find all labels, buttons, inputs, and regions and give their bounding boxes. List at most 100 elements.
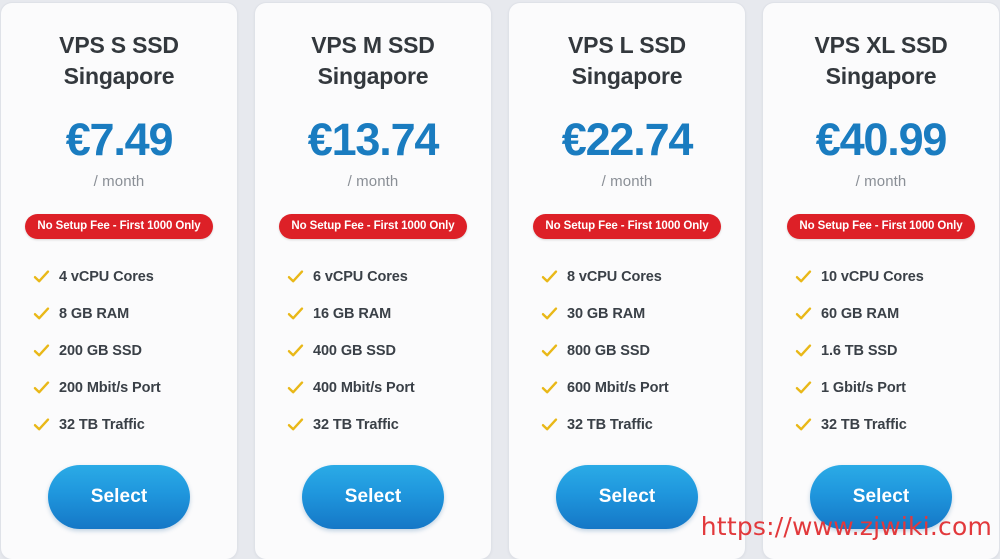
list-item: 32 TB Traffic (33, 406, 227, 443)
check-icon (33, 268, 50, 285)
select-button[interactable]: Select (48, 465, 190, 530)
list-item: 200 GB SSD (33, 332, 227, 369)
list-item: 6 vCPU Cores (287, 258, 481, 295)
feature-label: 4 vCPU Cores (59, 268, 154, 285)
check-icon (541, 379, 558, 396)
check-icon (33, 342, 50, 359)
plan-location: Singapore (63, 63, 175, 90)
check-icon (541, 342, 558, 359)
feature-list: 10 vCPU Cores 60 GB RAM 1.6 TB SSD 1 Gbi… (773, 258, 989, 443)
select-button[interactable]: Select (810, 465, 952, 530)
check-icon (541, 268, 558, 285)
feature-list: 4 vCPU Cores 8 GB RAM 200 GB SSD 200 Mbi… (11, 258, 227, 443)
feature-label: 8 GB RAM (59, 305, 130, 322)
plan-title: VPS L SSD Singapore (568, 30, 686, 92)
plan-price: €40.99 (815, 114, 948, 166)
list-item: 400 GB SSD (287, 332, 481, 369)
promo-badge: No Setup Fee - First 1000 Only (787, 214, 975, 240)
check-icon (33, 416, 50, 433)
cta-container: Select (265, 465, 481, 530)
list-item: 32 TB Traffic (287, 406, 481, 443)
list-item: 600 Mbit/s Port (541, 369, 735, 406)
feature-label: 32 TB Traffic (313, 416, 399, 433)
feature-label: 10 vCPU Cores (821, 268, 924, 285)
plan-location: Singapore (825, 63, 937, 90)
check-icon (287, 305, 304, 322)
feature-label: 30 GB RAM (567, 305, 646, 322)
pricing-page: VPS S SSD Singapore €7.49 / month No Set… (0, 0, 1000, 559)
check-icon (795, 379, 812, 396)
promo-badge: No Setup Fee - First 1000 Only (533, 214, 721, 240)
list-item: 60 GB RAM (795, 295, 989, 332)
list-item: 8 vCPU Cores (541, 258, 735, 295)
check-icon (541, 416, 558, 433)
check-icon (287, 379, 304, 396)
cta-container: Select (773, 465, 989, 530)
feature-label: 800 GB SSD (567, 342, 650, 359)
feature-label: 200 GB SSD (59, 342, 142, 359)
feature-label: 8 vCPU Cores (567, 268, 662, 285)
plan-price: €7.49 (65, 114, 174, 166)
list-item: 1 Gbit/s Port (795, 369, 989, 406)
check-icon (795, 342, 812, 359)
feature-label: 200 Mbit/s Port (59, 379, 161, 396)
promo-badge: No Setup Fee - First 1000 Only (279, 214, 467, 240)
feature-label: 400 Mbit/s Port (313, 379, 415, 396)
plan-title: VPS XL SSD Singapore (814, 30, 947, 92)
plan-price-period: / month (601, 173, 653, 191)
check-icon (795, 305, 812, 322)
plan-price-period: / month (855, 173, 907, 191)
feature-label: 32 TB Traffic (821, 416, 907, 433)
feature-label: 32 TB Traffic (567, 416, 653, 433)
check-icon (795, 416, 812, 433)
plan-price-period: / month (93, 173, 145, 191)
feature-list: 6 vCPU Cores 16 GB RAM 400 GB SSD 400 Mb… (265, 258, 481, 443)
feature-label: 600 Mbit/s Port (567, 379, 669, 396)
feature-label: 400 GB SSD (313, 342, 396, 359)
plan-location: Singapore (571, 63, 683, 90)
cta-container: Select (11, 465, 227, 530)
plan-location: Singapore (317, 63, 429, 90)
plan-price: €22.74 (561, 114, 694, 166)
feature-label: 6 vCPU Cores (313, 268, 408, 285)
pricing-card-list: VPS S SSD Singapore €7.49 / month No Set… (0, 3, 1000, 559)
pricing-card[interactable]: VPS S SSD Singapore €7.49 / month No Set… (1, 3, 237, 559)
feature-list: 8 vCPU Cores 30 GB RAM 800 GB SSD 600 Mb… (519, 258, 735, 443)
feature-label: 16 GB RAM (313, 305, 392, 322)
list-item: 32 TB Traffic (541, 406, 735, 443)
feature-label: 1.6 TB SSD (821, 342, 898, 359)
list-item: 8 GB RAM (33, 295, 227, 332)
list-item: 800 GB SSD (541, 332, 735, 369)
plan-title: VPS M SSD Singapore (311, 30, 435, 92)
plan-name: VPS S SSD (59, 32, 179, 58)
pricing-card[interactable]: VPS XL SSD Singapore €40.99 / month No S… (763, 3, 999, 559)
list-item: 1.6 TB SSD (795, 332, 989, 369)
check-icon (287, 342, 304, 359)
plan-price: €13.74 (307, 114, 440, 166)
select-button[interactable]: Select (556, 465, 698, 530)
list-item: 200 Mbit/s Port (33, 369, 227, 406)
check-icon (541, 305, 558, 322)
pricing-card[interactable]: VPS M SSD Singapore €13.74 / month No Se… (255, 3, 491, 559)
check-icon (33, 305, 50, 322)
check-icon (33, 379, 50, 396)
check-icon (795, 268, 812, 285)
cta-container: Select (519, 465, 735, 530)
check-icon (287, 416, 304, 433)
plan-name: VPS XL SSD (814, 32, 948, 58)
pricing-card[interactable]: VPS L SSD Singapore €22.74 / month No Se… (509, 3, 745, 559)
list-item: 10 vCPU Cores (795, 258, 989, 295)
check-icon (287, 268, 304, 285)
list-item: 16 GB RAM (287, 295, 481, 332)
feature-label: 1 Gbit/s Port (821, 379, 906, 396)
list-item: 30 GB RAM (541, 295, 735, 332)
select-button[interactable]: Select (302, 465, 444, 530)
feature-label: 60 GB RAM (821, 305, 900, 322)
list-item: 32 TB Traffic (795, 406, 989, 443)
plan-name: VPS L SSD (568, 32, 686, 58)
promo-badge: No Setup Fee - First 1000 Only (25, 214, 213, 240)
list-item: 4 vCPU Cores (33, 258, 227, 295)
list-item: 400 Mbit/s Port (287, 369, 481, 406)
plan-name: VPS M SSD (311, 32, 435, 58)
feature-label: 32 TB Traffic (59, 416, 145, 433)
